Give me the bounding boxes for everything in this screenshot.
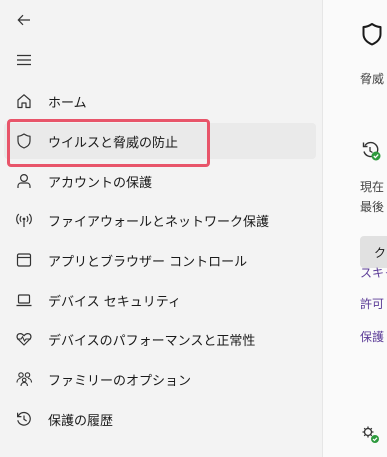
sidebar-item-label: ファミリーのオプション [48, 373, 192, 389]
person-icon [14, 171, 34, 191]
quick-scan-button-label: ク [374, 246, 387, 260]
sidebar-item-label: ウイルスと脅威の防止 [48, 135, 179, 151]
hamburger-menu-button[interactable] [8, 46, 40, 74]
sidebar-item-firewall-network[interactable]: ファイアウォールとネットワーク保護 [4, 202, 316, 238]
sidebar-item-virus-threat-protection[interactable]: ウイルスと脅威の防止 [4, 123, 316, 159]
sidebar-item-account-protection[interactable]: アカウントの保護 [4, 163, 316, 199]
sidebar-item-device-performance-health[interactable]: デバイスのパフォーマンスと正常性 [4, 321, 316, 357]
shield-icon [14, 131, 34, 151]
hamburger-icon [16, 53, 32, 67]
home-icon [14, 91, 34, 111]
sidebar-item-label: アカウントの保護 [48, 175, 153, 191]
status-text-line1: 現在 [360, 180, 385, 194]
app-window-icon [14, 250, 34, 270]
sidebar-item-label: ホーム [48, 95, 87, 111]
sidebar-item-label: アプリとブラウザー コントロール [48, 254, 248, 270]
sidebar-item-family-options[interactable]: ファミリーのオプション [4, 361, 316, 397]
wireless-antenna-icon [14, 210, 34, 230]
sidebar: ホーム ウイルスと脅威の防止 アカウントの保護 ファイアウォールとネットワーク保… [0, 0, 322, 457]
protection-history-link[interactable]: 保護 [360, 328, 384, 345]
history-icon [14, 409, 34, 429]
status-text-line2: 最後 [360, 200, 385, 214]
page-subtitle: 脅威 [360, 72, 385, 86]
back-button[interactable] [8, 6, 40, 34]
main-content: 脅威 現在 最後 ク スキャ 許可 保護 [323, 0, 387, 457]
sidebar-item-label: 保護の履歴 [48, 413, 114, 429]
family-icon [14, 369, 34, 389]
sidebar-item-home[interactable]: ホーム [4, 83, 316, 119]
sidebar-item-app-browser-control[interactable]: アプリとブラウザー コントロール [4, 242, 316, 278]
allowed-threats-link[interactable]: 許可 [360, 295, 384, 312]
scan-options-link[interactable]: スキャ [360, 264, 387, 281]
sidebar-item-label: ファイアウォールとネットワーク保護 [48, 214, 270, 230]
sidebar-item-label: デバイス セキュリティ [48, 294, 181, 310]
sidebar-item-device-security[interactable]: デバイス セキュリティ [4, 282, 316, 318]
settings-gear-check-icon [360, 424, 382, 446]
back-arrow-icon [16, 12, 32, 28]
page-shield-icon [360, 22, 384, 48]
app-window: ホーム ウイルスと脅威の防止 アカウントの保護 ファイアウォールとネットワーク保… [0, 0, 387, 457]
sidebar-item-label: デバイスのパフォーマンスと正常性 [48, 333, 256, 349]
scan-status-icon [360, 140, 382, 162]
heart-pulse-icon [14, 329, 34, 349]
sidebar-item-protection-history[interactable]: 保護の履歴 [4, 401, 316, 437]
laptop-icon [14, 290, 34, 310]
